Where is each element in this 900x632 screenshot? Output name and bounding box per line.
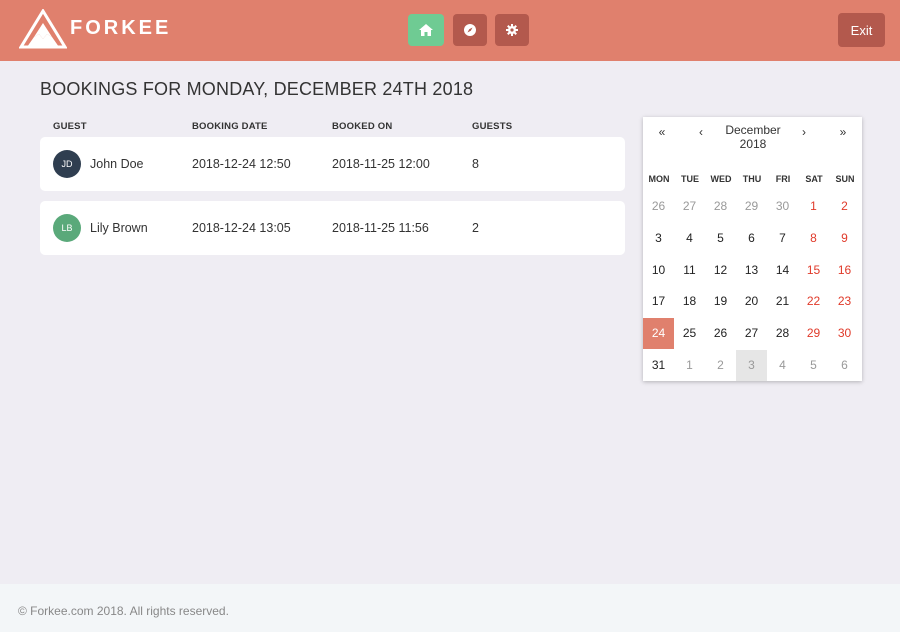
calendar-day[interactable]: 30 xyxy=(767,191,798,222)
calendar-day[interactable]: 17 xyxy=(643,286,674,317)
calendar-day[interactable]: 16 xyxy=(829,254,860,285)
weekday-label: MON xyxy=(648,174,670,184)
booking-row[interactable]: LB Lily Brown 2018-12-24 13:05 2018-11-2… xyxy=(40,201,625,255)
page-title: BOOKINGS FOR MONDAY, DECEMBER 24TH 2018 xyxy=(40,79,474,99)
calendar-day[interactable]: 9 xyxy=(829,222,860,253)
calendar-day[interactable]: 8 xyxy=(798,222,829,253)
nav-home-button[interactable] xyxy=(408,14,444,46)
calendar-day[interactable]: 28 xyxy=(767,318,798,349)
weekday-label: SUN xyxy=(835,174,855,184)
mountain-logo-icon xyxy=(19,9,67,49)
calendar-day[interactable]: 7 xyxy=(767,222,798,253)
next-year-button[interactable]: » xyxy=(833,125,853,139)
column-header-booked-on: BOOKED ON xyxy=(332,121,393,132)
calendar-day[interactable]: 20 xyxy=(736,286,767,317)
calendar-day[interactable]: 2 xyxy=(829,191,860,222)
guest-name: Lily Brown xyxy=(90,221,148,235)
calendar-day[interactable]: 12 xyxy=(705,254,736,285)
calendar-day[interactable]: 22 xyxy=(798,286,829,317)
guest-count: 2 xyxy=(472,221,479,235)
footer: © Forkee.com 2018. All rights reserved. xyxy=(0,584,900,632)
calendar-day[interactable]: 5 xyxy=(798,350,829,381)
calendar-day[interactable]: 25 xyxy=(674,318,705,349)
compass-icon xyxy=(464,24,476,36)
column-header-guest: GUEST xyxy=(53,121,87,132)
calendar-day[interactable]: 31 xyxy=(643,350,674,381)
calendar-day[interactable]: 4 xyxy=(674,222,705,253)
column-header-booking-date: BOOKING DATE xyxy=(192,121,268,132)
calendar-day[interactable]: 26 xyxy=(705,318,736,349)
calendar-day[interactable]: 13 xyxy=(736,254,767,285)
nav-explore-button[interactable] xyxy=(453,14,487,46)
calendar-day[interactable]: 24 xyxy=(643,317,674,349)
nav-settings-button[interactable] xyxy=(495,14,529,46)
calendar-day[interactable]: 6 xyxy=(736,222,767,253)
gear-icon xyxy=(506,24,518,36)
guest-count: 8 xyxy=(472,157,479,171)
calendar-day[interactable]: 28 xyxy=(705,191,736,222)
booked-on: 2018-11-25 12:00 xyxy=(332,157,430,171)
calendar-day[interactable]: 29 xyxy=(736,191,767,222)
weekday-label: TUE xyxy=(681,174,699,184)
calendar-day[interactable]: 30 xyxy=(829,318,860,349)
prev-month-button[interactable]: ‹ xyxy=(691,125,711,139)
top-navbar: FORKEE Exit xyxy=(0,0,900,61)
calendar-day[interactable]: 3 xyxy=(736,349,767,381)
weekday-label: FRI xyxy=(775,174,791,184)
calendar-day[interactable]: 21 xyxy=(767,286,798,317)
calendar-month-label: December 2018 xyxy=(713,123,793,151)
calendar-day[interactable]: 1 xyxy=(674,350,705,381)
booked-on: 2018-11-25 11:56 xyxy=(332,221,429,235)
prev-year-button[interactable]: « xyxy=(652,125,672,139)
booking-date: 2018-12-24 13:05 xyxy=(192,221,291,235)
calendar-day[interactable]: 11 xyxy=(674,254,705,285)
calendar-day[interactable]: 27 xyxy=(736,318,767,349)
avatar: LB xyxy=(53,214,81,242)
calendar-day[interactable]: 29 xyxy=(798,318,829,349)
calendar-day[interactable]: 23 xyxy=(829,286,860,317)
weekday-label: WED xyxy=(710,174,732,184)
calendar-day[interactable]: 3 xyxy=(643,222,674,253)
weekday-label: SAT xyxy=(805,174,823,184)
calendar-day[interactable]: 14 xyxy=(767,254,798,285)
date-picker-calendar: « ‹ December 2018 › » MON TUE WED THU FRI SAT… xyxy=(643,117,862,381)
guest-name: John Doe xyxy=(90,157,144,171)
booking-date: 2018-12-24 12:50 xyxy=(192,157,291,171)
booking-row[interactable]: JD John Doe 2018-12-24 12:50 2018-11-25 … xyxy=(40,137,625,191)
calendar-month: December xyxy=(725,123,781,137)
calendar-day[interactable]: 2 xyxy=(705,350,736,381)
calendar-day[interactable]: 15 xyxy=(798,254,829,285)
weekday-label: THU xyxy=(742,174,762,184)
calendar-day[interactable]: 18 xyxy=(674,286,705,317)
home-icon xyxy=(419,24,433,36)
next-month-button[interactable]: › xyxy=(794,125,814,139)
calendar-day[interactable]: 26 xyxy=(643,191,674,222)
exit-button[interactable]: Exit xyxy=(838,13,885,47)
calendar-day[interactable]: 5 xyxy=(705,222,736,253)
column-header-guests: GUESTS xyxy=(472,121,513,132)
calendar-day[interactable]: 6 xyxy=(829,350,860,381)
calendar-day[interactable]: 4 xyxy=(767,350,798,381)
calendar-day[interactable]: 10 xyxy=(643,254,674,285)
brand-name: FORKEE xyxy=(70,17,172,39)
calendar-day[interactable]: 27 xyxy=(674,191,705,222)
calendar-day[interactable]: 19 xyxy=(705,286,736,317)
calendar-year: 2018 xyxy=(739,137,767,151)
calendar-day[interactable]: 1 xyxy=(798,191,829,222)
avatar: JD xyxy=(53,150,81,178)
copyright-text: © Forkee.com 2018. All rights reserved. xyxy=(18,604,229,618)
